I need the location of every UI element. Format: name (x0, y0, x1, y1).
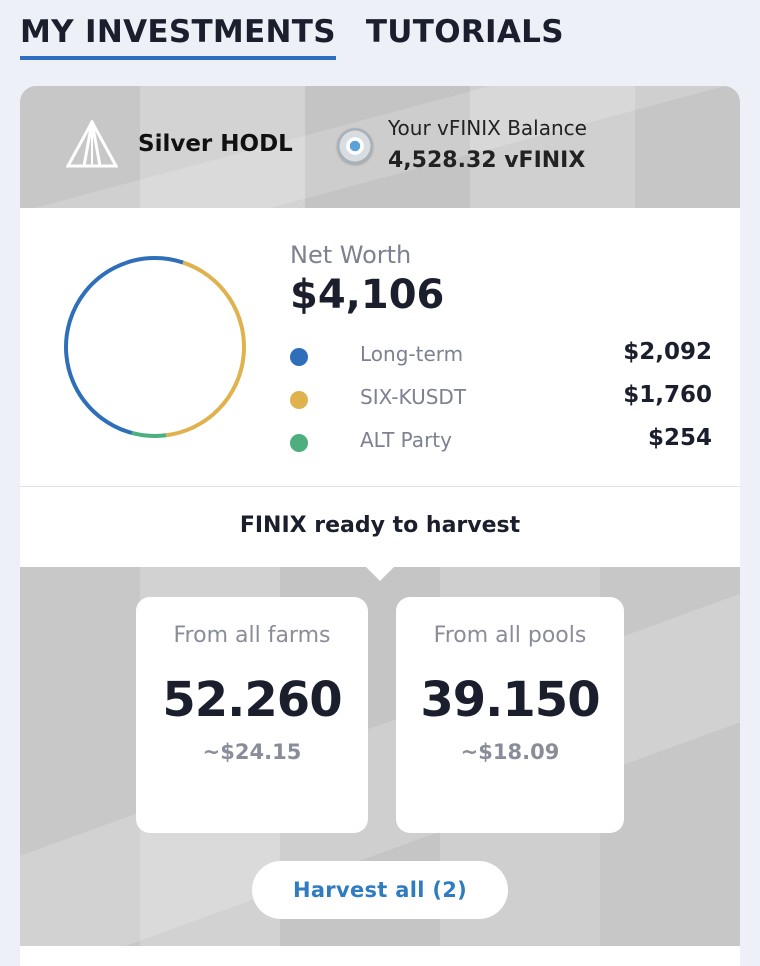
tab-bar: MY INVESTMENTS TUTORIALS (20, 14, 564, 60)
harvest-all-button[interactable]: Harvest all (2) (252, 861, 508, 919)
next-section-edge (20, 946, 740, 966)
farms-value: 52.260 (162, 672, 342, 728)
balance-value: 4,528.32 vFINIX (388, 148, 586, 173)
legend-dot-six-kusdt (290, 391, 308, 409)
legend-value: $1,760 (623, 382, 712, 408)
legend-dot-long-term (290, 348, 308, 366)
legend-value: $254 (647, 425, 712, 451)
pools-usd-value: ~$18.09 (460, 740, 560, 764)
tab-tutorials[interactable]: TUTORIALS (366, 14, 564, 60)
farms-harvest-card: From all farms 52.260 ~$24.15 (136, 597, 368, 833)
balance-label: Your vFINIX Balance (388, 116, 587, 140)
legend-item-long-term: Long-term $2,092 (290, 336, 712, 379)
net-worth-donut (63, 256, 246, 438)
net-worth-section: Net Worth $4,106 Long-term $2,092 SIX-KU… (20, 208, 740, 487)
harvest-title-bar: FINIX ready to harvest (20, 487, 740, 567)
prism-rank-icon (66, 120, 118, 168)
legend-label: ALT Party (360, 428, 452, 452)
donut-segment-long-term (63, 256, 184, 435)
tab-my-investments[interactable]: MY INVESTMENTS (20, 14, 336, 60)
harvest-area: From all farms 52.260 ~$24.15 From all p… (20, 567, 740, 947)
legend-item-six-kusdt: SIX-KUSDT $1,760 (290, 379, 712, 422)
donut-segment-six-kusdt (166, 260, 246, 438)
donut-segment-alt-party (131, 431, 167, 438)
legend-label: SIX-KUSDT (360, 385, 467, 409)
legend-item-alt-party: ALT Party $254 (290, 422, 712, 465)
net-worth-legend: Long-term $2,092 SIX-KUSDT $1,760 ALT Pa… (290, 336, 712, 465)
net-worth-value: $4,106 (290, 272, 445, 318)
legend-dot-alt-party (290, 434, 308, 452)
legend-label: Long-term (360, 342, 464, 366)
pools-value: 39.150 (420, 672, 600, 728)
vfinix-coin-icon (337, 128, 373, 164)
harvest-title: FINIX ready to harvest (239, 513, 521, 538)
pointer-notch (366, 567, 394, 581)
pools-harvest-card: From all pools 39.150 ~$18.09 (396, 597, 624, 833)
pools-label: From all pools (433, 623, 587, 648)
rank-name: Silver HODL (138, 131, 293, 157)
legend-value: $2,092 (623, 339, 712, 365)
farms-label: From all farms (173, 623, 331, 648)
investment-card: Silver HODL Your vFINIX Balance 4,528.32… (20, 86, 740, 966)
net-worth-label: Net Worth (290, 241, 412, 269)
farms-usd-value: ~$24.15 (202, 740, 302, 764)
rank-header: Silver HODL Your vFINIX Balance 4,528.32… (20, 86, 740, 208)
